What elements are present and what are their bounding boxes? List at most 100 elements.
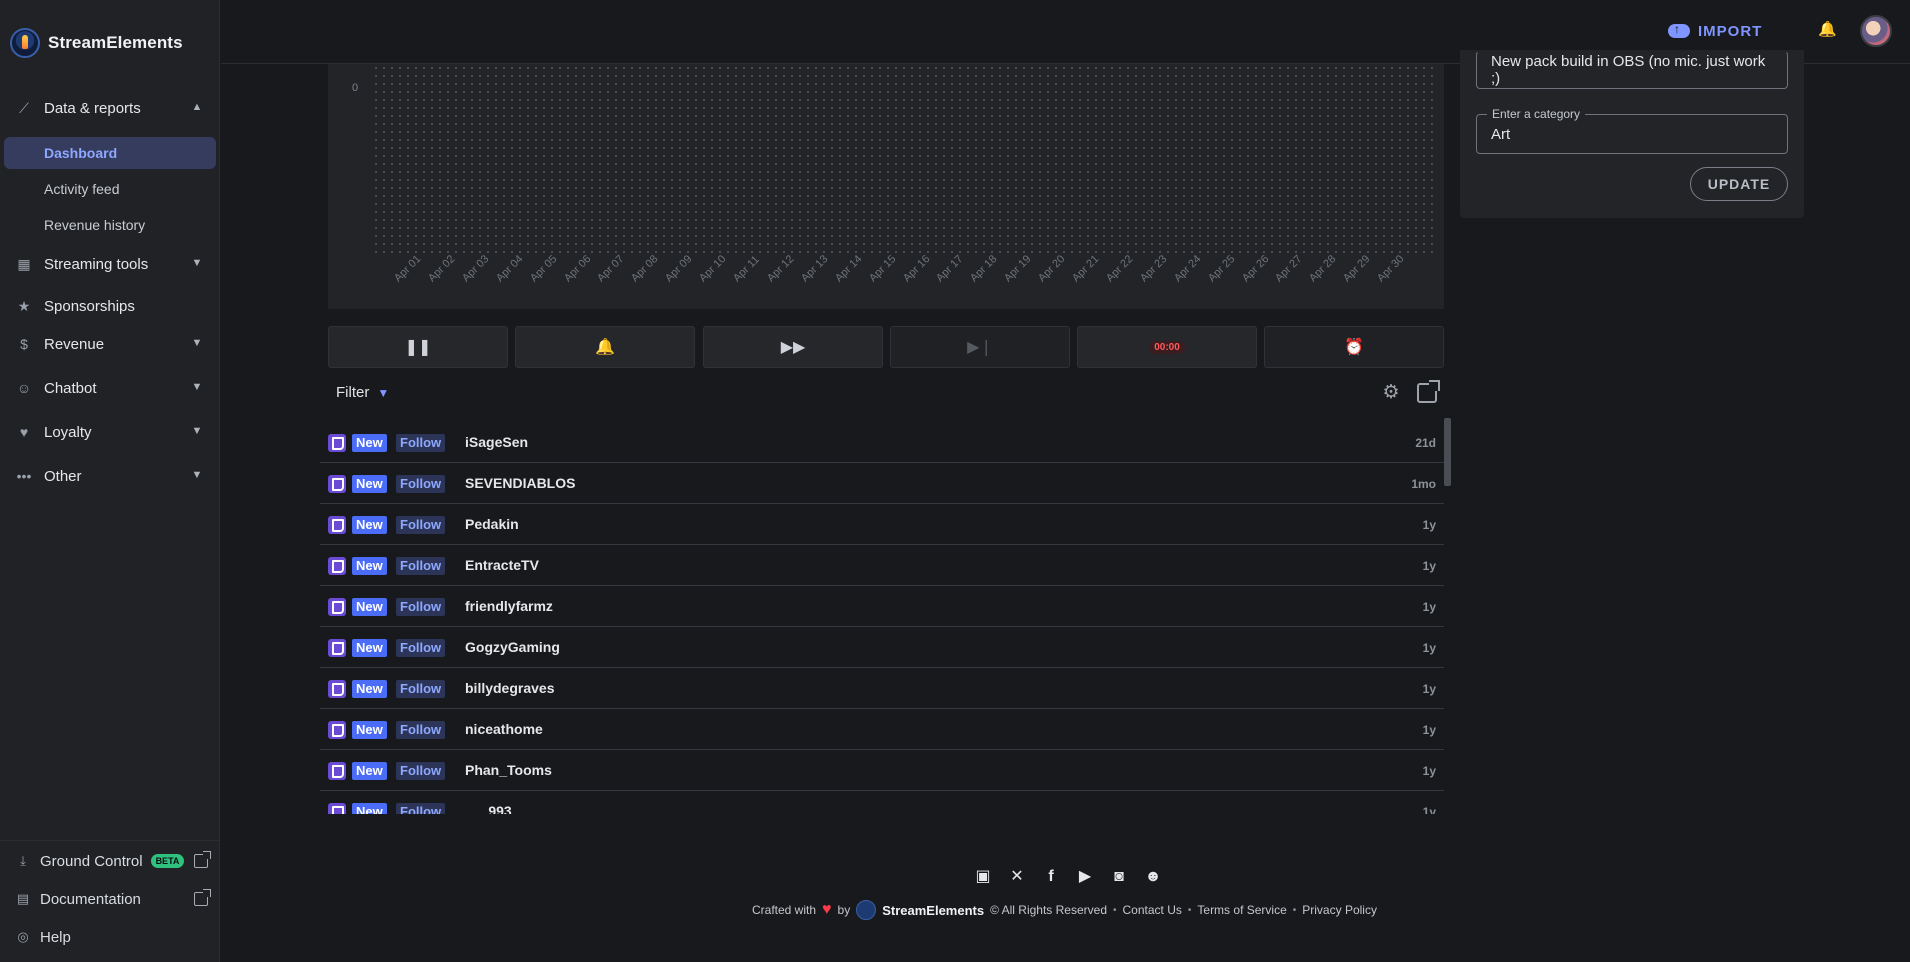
- chevron-down-icon: ▼: [191, 257, 203, 269]
- lifebuoy-icon: ◎: [17, 929, 29, 944]
- nav-activity-feed[interactable]: Activity feed: [4, 173, 216, 205]
- brand-name: StreamElements: [48, 33, 183, 52]
- new-badge: New: [352, 475, 387, 493]
- event-age: 21d: [1415, 436, 1436, 450]
- separator-dot: •: [1187, 904, 1192, 916]
- event-age: 1y: [1422, 723, 1436, 737]
- x-tick-label: Apr 06: [561, 253, 593, 285]
- nav-chatbot[interactable]: ☺ Chatbot ▼: [0, 370, 220, 406]
- event-age: 1y: [1422, 641, 1436, 655]
- sidebar-bottom: ⤓ Ground Control BETA ▤ Documentation ◎ …: [0, 840, 220, 962]
- star-icon: ★: [17, 297, 31, 314]
- fast-forward-button[interactable]: ▶▶: [703, 326, 883, 368]
- new-badge: New: [352, 434, 387, 452]
- feed-row[interactable]: New Follow billydegraves 1y: [320, 668, 1444, 709]
- feed-row[interactable]: New Follow iSageSen 21d: [320, 422, 1444, 463]
- timer-button[interactable]: 00:00: [1077, 326, 1257, 368]
- nav-data-reports[interactable]: ⟋ Data & reports ▲: [0, 90, 220, 126]
- youtube-icon[interactable]: ▶: [1074, 866, 1096, 888]
- filter-dropdown[interactable]: Filter ▼: [336, 384, 389, 401]
- skip-next-icon: ▶❘: [967, 339, 993, 356]
- username: niceathome: [465, 721, 543, 737]
- update-button[interactable]: UPDATE: [1690, 167, 1788, 201]
- x-tick-label: Apr 07: [595, 253, 627, 285]
- follow-badge: Follow: [396, 721, 446, 739]
- username: Phan_Tooms: [465, 762, 552, 778]
- facebook-icon[interactable]: f: [1040, 866, 1062, 888]
- import-label: IMPORT: [1698, 22, 1763, 40]
- follow-badge: Follow: [396, 803, 446, 814]
- fast-forward-icon: ▶▶: [780, 339, 806, 356]
- x-tick-label: Apr 23: [1137, 253, 1170, 285]
- contact-link[interactable]: Contact Us: [1123, 903, 1182, 917]
- help-label: Help: [40, 928, 71, 946]
- documentation-link[interactable]: ▤ Documentation: [0, 884, 220, 914]
- chevron-down-icon: ▼: [191, 425, 203, 437]
- filter-label: Filter: [336, 384, 370, 401]
- twitch-icon: [328, 598, 346, 616]
- feed-row[interactable]: New Follow EntracteTV 1y: [320, 545, 1444, 586]
- nav-revenue-history[interactable]: Revenue history: [4, 209, 216, 241]
- x-tick-label: Apr 02: [425, 253, 458, 285]
- nav-other[interactable]: ••• Other ▼: [0, 458, 220, 494]
- x-tick-label: Apr 08: [629, 253, 661, 285]
- nav-sponsorships[interactable]: ★ Sponsorships: [0, 288, 220, 324]
- notifications-bell-icon[interactable]: 🔔: [1818, 20, 1837, 38]
- brand[interactable]: StreamElements: [10, 26, 183, 60]
- x-tick-label: Apr 18: [968, 253, 1000, 285]
- chevron-down-icon: ▼: [191, 381, 203, 393]
- nav-label: Streaming tools: [44, 255, 149, 273]
- feed-scrollbar[interactable]: [1444, 418, 1451, 486]
- feed-row[interactable]: New Follow Pedakin 1y: [320, 504, 1444, 545]
- feed-row[interactable]: New Follow niceathome 1y: [320, 709, 1444, 750]
- social-links: ▣ ✕ f ▶ ◙ ☻: [972, 866, 1164, 888]
- feed-toolbar: Filter ▼ ⚙: [328, 378, 1444, 408]
- terms-link[interactable]: Terms of Service: [1197, 903, 1286, 917]
- stream-title-field[interactable]: New pack build in OBS (no mic. just work…: [1476, 51, 1788, 89]
- help-link[interactable]: ◎ Help: [0, 922, 220, 952]
- privacy-link[interactable]: Privacy Policy: [1302, 903, 1377, 917]
- popout-icon[interactable]: [1417, 380, 1440, 403]
- nav-loyalty[interactable]: ♥ Loyalty ▼: [0, 414, 220, 450]
- twitch-icon: [328, 557, 346, 575]
- x-tick-label: Apr 28: [1307, 253, 1339, 285]
- feed-row[interactable]: New Follow friendlyfarmz 1y: [320, 586, 1444, 627]
- x-twitter-icon[interactable]: ✕: [1006, 866, 1028, 888]
- follow-badge: Follow: [396, 516, 446, 534]
- discord-icon[interactable]: ☻: [1142, 866, 1164, 888]
- mute-alerts-button[interactable]: 🔔: [515, 326, 695, 368]
- alarm-button[interactable]: ⏰: [1264, 326, 1444, 368]
- nav-label: Revenue: [44, 335, 105, 353]
- chart-grid: [372, 64, 1436, 254]
- pause-button[interactable]: ❚❚: [328, 326, 508, 368]
- twitch-icon[interactable]: ▣: [972, 866, 994, 888]
- feed-row[interactable]: New Follow ___993 1y: [320, 791, 1444, 814]
- x-tick-label: Apr 29: [1341, 253, 1373, 285]
- footer-crafted: Crafted with: [752, 903, 817, 917]
- cloud-upload-icon: [1668, 22, 1690, 38]
- alert-controls: ❚❚ 🔔 ▶▶ ▶❘ 00:00 ⏰: [328, 326, 1444, 368]
- new-badge: New: [352, 721, 387, 739]
- dollar-icon: $: [20, 336, 28, 352]
- import-button[interactable]: IMPORT: [1668, 18, 1762, 44]
- nav-dashboard[interactable]: Dashboard: [4, 137, 216, 169]
- nav-streaming-tools[interactable]: ▦ Streaming tools ▼: [0, 246, 220, 282]
- footer-rights: © All Rights Reserved: [990, 903, 1107, 917]
- timer-value: 00:00: [1149, 340, 1185, 354]
- skip-button[interactable]: ▶❘: [890, 326, 1070, 368]
- activity-chart: 0 Apr 01 Apr 02 Apr 03 Apr 04 Apr 05 Apr 06 Ap…: [328, 64, 1444, 309]
- feed-row[interactable]: New Follow SEVENDIABLOS 1mo: [320, 463, 1444, 504]
- user-avatar[interactable]: [1860, 15, 1892, 47]
- x-tick-label: Apr 24: [1171, 253, 1204, 285]
- category-field[interactable]: Enter a category Art: [1476, 107, 1788, 154]
- feed-row[interactable]: New Follow Phan_Tooms 1y: [320, 750, 1444, 791]
- nav-label: Loyalty: [44, 423, 92, 441]
- ground-control-link[interactable]: ⤓ Ground Control BETA: [0, 846, 220, 876]
- nav-label: Data & reports: [44, 99, 141, 117]
- x-tick-label: Apr 03: [459, 253, 492, 285]
- feed-row[interactable]: New Follow GogzyGaming 1y: [320, 627, 1444, 668]
- gear-icon[interactable]: ⚙: [1380, 382, 1402, 404]
- instagram-icon[interactable]: ◙: [1108, 866, 1130, 888]
- nav-revenue[interactable]: $ Revenue ▼: [0, 326, 220, 362]
- x-tick-label: Apr 12: [764, 253, 797, 285]
